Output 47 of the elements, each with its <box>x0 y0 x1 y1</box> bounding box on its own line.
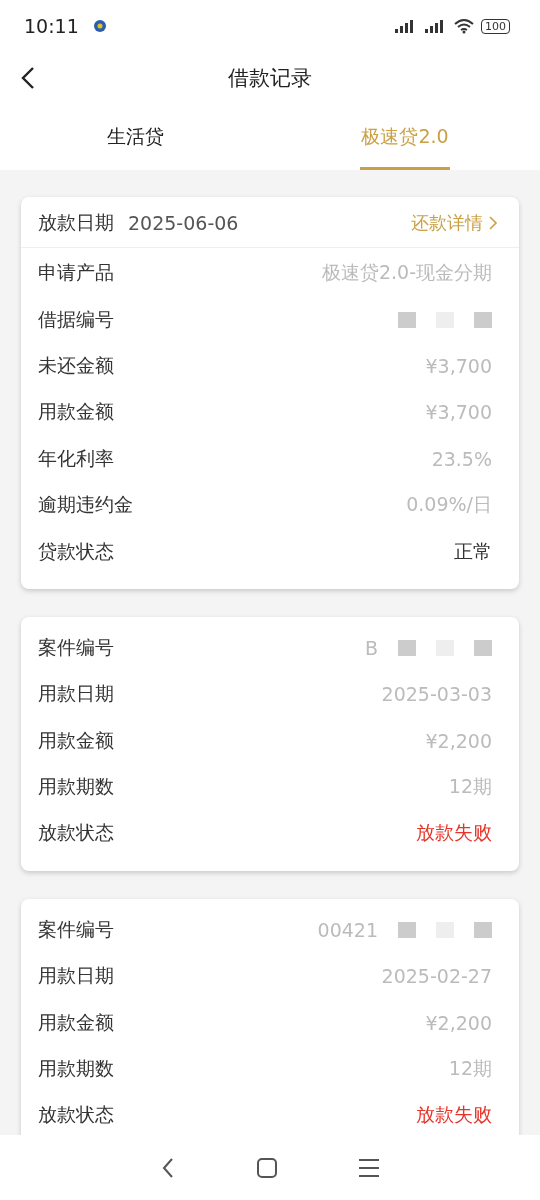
redacted-number: 00421 <box>317 918 492 941</box>
row-label: 用款金额 <box>38 399 114 425</box>
row-value: 0.09%/日 <box>406 492 492 518</box>
home-nav-icon[interactable] <box>256 1156 278 1179</box>
row-label: 放款状态 <box>38 1102 114 1128</box>
row-label: 未还金额 <box>38 352 114 378</box>
page-title: 借款记录 <box>228 65 312 92</box>
row-label: 逾期违约金 <box>38 492 133 518</box>
row-value: 12期 <box>448 1056 492 1082</box>
row-label: 用款期数 <box>38 774 114 800</box>
row-value: 放款失败 <box>416 820 492 846</box>
status-time: 10:11 <box>24 15 79 37</box>
row-value: 放款失败 <box>416 1102 492 1128</box>
chevron-icon <box>487 215 499 231</box>
row-label: 用款金额 <box>38 1009 114 1035</box>
row-value: ¥2,200 <box>425 729 492 752</box>
row-label: 案件编号 <box>38 634 114 660</box>
row-label: 贷款状态 <box>38 538 114 564</box>
row-label: 申请产品 <box>38 260 114 286</box>
row-label: 放款日期 <box>38 210 114 235</box>
row-value: 2025-03-03 <box>381 683 492 706</box>
battery-indicator: 100 <box>481 18 510 34</box>
row-label: 案件编号 <box>38 916 114 942</box>
row-label: 放款状态 <box>38 820 114 846</box>
row-label: 用款日期 <box>38 681 114 707</box>
row-label: 借据编号 <box>38 306 114 332</box>
row-label: 用款金额 <box>38 727 114 753</box>
back-nav-icon[interactable] <box>160 1156 176 1179</box>
row-label: 年化利率 <box>38 445 114 471</box>
menu-icon[interactable] <box>358 1157 380 1178</box>
redacted-number: B <box>364 636 492 659</box>
row-label: 用款期数 <box>38 1056 114 1082</box>
loan-date: 2025-06-06 <box>128 212 239 234</box>
row-value: ¥3,700 <box>425 354 492 377</box>
row-label: 用款日期 <box>38 963 114 989</box>
app-notification-icon <box>92 19 107 33</box>
wifi-icon <box>453 18 475 34</box>
row-value: 极速贷2.0-现金分期 <box>321 260 492 286</box>
row-value: ¥2,200 <box>425 1011 492 1034</box>
row-value: 正常 <box>454 538 492 564</box>
repayment-details-link[interactable]: 还款详情 <box>411 211 499 235</box>
row-value: 2025-02-27 <box>381 965 492 988</box>
row-value: ¥3,700 <box>425 401 492 424</box>
tab[interactable]: 生活贷 <box>0 104 270 170</box>
row-value: 23.5% <box>431 447 492 470</box>
back-icon[interactable] <box>20 66 36 90</box>
row-value: 12期 <box>448 774 492 800</box>
